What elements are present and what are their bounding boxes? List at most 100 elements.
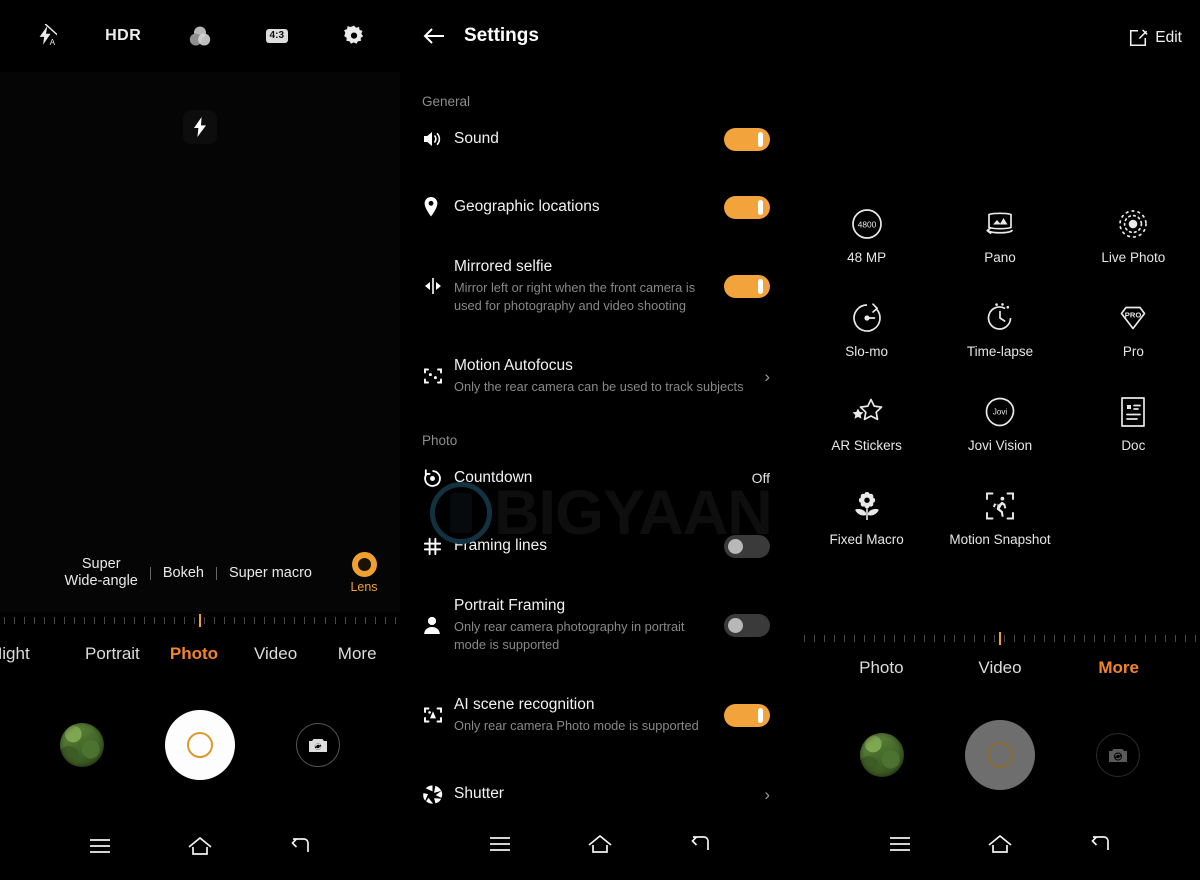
- setting-row-mirrored-selfie[interactable]: Mirrored selfie Mirror left or right whe…: [400, 251, 800, 321]
- edit-modes-button[interactable]: Edit: [1128, 28, 1182, 48]
- gallery-thumbnail[interactable]: [60, 723, 105, 767]
- setting-row-portrait-framing[interactable]: Portrait Framing Only rear camera photog…: [400, 590, 800, 660]
- timelapse-icon: [933, 299, 1066, 337]
- lens-option-super-wide-angle[interactable]: Super Wide-angle: [53, 556, 150, 589]
- speaker-icon: [422, 129, 454, 149]
- lens-option-super-macro[interactable]: Super macro: [217, 565, 324, 582]
- flash-auto-icon[interactable]: A: [23, 13, 69, 59]
- setting-text: Countdown: [454, 469, 752, 487]
- mode-pano[interactable]: Pano: [933, 205, 1066, 265]
- mode-pro[interactable]: PRO Pro: [1067, 299, 1200, 359]
- mode-live-photo[interactable]: Live Photo: [1067, 205, 1200, 265]
- setting-title: Shutter: [454, 785, 504, 802]
- mode-jovi-vision[interactable]: Jovi Jovi Vision: [933, 393, 1066, 453]
- back-icon[interactable]: [280, 826, 320, 866]
- mode-tab-night[interactable]: Night: [0, 644, 72, 664]
- setting-row-motion-autofocus[interactable]: Motion Autofocus Only the rear camera ca…: [400, 341, 800, 411]
- toggle-knob: [758, 199, 763, 215]
- camera-flip-button[interactable]: [295, 723, 340, 767]
- mode-doc[interactable]: Doc: [1067, 393, 1200, 453]
- android-navbar: [800, 808, 1200, 880]
- lens-option-bokeh[interactable]: Bokeh: [151, 565, 216, 582]
- mirror-icon: [422, 276, 454, 296]
- framing-lines-toggle[interactable]: [724, 534, 770, 558]
- mode-time-lapse[interactable]: Time-lapse: [933, 299, 1066, 359]
- menu-icon[interactable]: [880, 824, 920, 864]
- setting-text: Shutter: [454, 785, 764, 803]
- home-icon[interactable]: [980, 824, 1020, 864]
- mode-tab-video[interactable]: Video: [235, 644, 317, 664]
- mode-label: Pro: [1122, 344, 1144, 359]
- shutter-button[interactable]: [964, 720, 1035, 790]
- setting-title: Portrait Framing: [454, 597, 566, 615]
- mode-slo-mo[interactable]: Slo-mo: [800, 299, 933, 359]
- mode-tab-photo[interactable]: Photo: [153, 644, 235, 664]
- camera-settings-panel: Settings General Sound Geographic locati…: [400, 0, 800, 880]
- hdr-toggle[interactable]: HDR: [100, 13, 146, 59]
- setting-text: Mirrored selfie Mirror left or right whe…: [454, 258, 724, 314]
- setting-row-sound[interactable]: Sound: [400, 115, 800, 163]
- pro-icon: PRO: [1067, 299, 1200, 337]
- settings-title: Settings: [464, 25, 539, 46]
- more-modes-panel: Edit 4800 48 MP Pano Live Photo Slo-mo T…: [800, 0, 1200, 880]
- setting-title: Motion Autofocus: [454, 356, 573, 374]
- setting-subtitle: Only the rear camera can be used to trac…: [454, 378, 744, 394]
- setting-row-framing-lines[interactable]: Framing lines: [400, 522, 800, 570]
- filters-icon[interactable]: [177, 13, 223, 59]
- setting-title: Countdown: [454, 469, 533, 486]
- flash-bolt-icon[interactable]: [183, 110, 217, 144]
- shutter-aperture-icon: [422, 784, 454, 805]
- lens-ring-icon: [351, 552, 377, 577]
- setting-subtitle: Mirror left or right when the front came…: [454, 280, 696, 313]
- gallery-thumbnail[interactable]: [860, 733, 905, 777]
- camera-settings-gear[interactable]: [331, 13, 377, 59]
- camera-viewfinder[interactable]: Super Wide-angle Bokeh Super macro Lens: [0, 72, 400, 612]
- lens-button[interactable]: Lens: [338, 552, 390, 594]
- mode-48mp[interactable]: 4800 48 MP: [800, 205, 933, 265]
- mode-label: Doc: [1121, 438, 1146, 453]
- toggle-knob: [758, 278, 763, 294]
- mirrored-selfie-toggle[interactable]: [724, 274, 770, 298]
- ruler-center-indicator: [199, 614, 201, 627]
- back-icon[interactable]: [680, 824, 720, 864]
- setting-title: Sound: [454, 130, 499, 147]
- mode-motion-snapshot[interactable]: Motion Snapshot: [933, 487, 1066, 547]
- mode-fixed-macro[interactable]: Fixed Macro: [800, 487, 933, 547]
- menu-icon[interactable]: [80, 826, 120, 866]
- camera-flip-button[interactable]: [1095, 733, 1140, 777]
- mode-tab-more[interactable]: More: [1059, 658, 1178, 678]
- setting-title: Geographic locations: [454, 198, 600, 215]
- mode-label: Motion Snapshot: [949, 532, 1051, 547]
- pano-icon: [933, 205, 1066, 243]
- mode-tab-video[interactable]: Video: [941, 658, 1060, 678]
- setting-text: Portrait Framing Only rear camera photog…: [454, 597, 724, 653]
- portrait-framing-toggle[interactable]: [724, 613, 770, 637]
- setting-subtitle: Only rear camera photography in portrait…: [454, 619, 685, 652]
- mode-tab-more[interactable]: More: [316, 644, 398, 664]
- toggle-knob: [728, 538, 743, 554]
- svg-text:Jovi: Jovi: [993, 408, 1007, 417]
- home-icon[interactable]: [180, 826, 220, 866]
- chevron-right-icon[interactable]: ›: [764, 786, 770, 803]
- more-mode-selector: Photo Video More: [800, 642, 1200, 694]
- geographic-locations-toggle[interactable]: [724, 195, 770, 219]
- menu-icon[interactable]: [480, 824, 520, 864]
- setting-row-ai-scene-recognition[interactable]: AI scene recognition Only rear camera Ph…: [400, 680, 800, 750]
- section-label-general: General: [422, 94, 471, 109]
- ai-scene-recognition-toggle[interactable]: [724, 703, 770, 727]
- home-icon[interactable]: [580, 824, 620, 864]
- aspect-ratio-button[interactable]: 4:3: [254, 13, 300, 59]
- shutter-button[interactable]: [164, 710, 235, 780]
- mode-ar-stickers[interactable]: AR Stickers: [800, 393, 933, 453]
- setting-row-geographic-locations[interactable]: Geographic locations: [400, 183, 800, 231]
- back-arrow-icon[interactable]: [422, 26, 446, 46]
- back-icon[interactable]: [1080, 824, 1120, 864]
- mode-tab-portrait[interactable]: Portrait: [72, 644, 154, 664]
- mode-tab-photo[interactable]: Photo: [822, 658, 941, 678]
- chevron-right-icon[interactable]: ›: [764, 368, 770, 385]
- shutter-inner-ring: [986, 742, 1013, 768]
- camera-top-toolbar: A HDR 4:3: [0, 0, 400, 72]
- settings-header: Settings: [400, 0, 800, 72]
- setting-row-countdown[interactable]: Countdown Off: [400, 454, 800, 502]
- sound-toggle[interactable]: [724, 127, 770, 151]
